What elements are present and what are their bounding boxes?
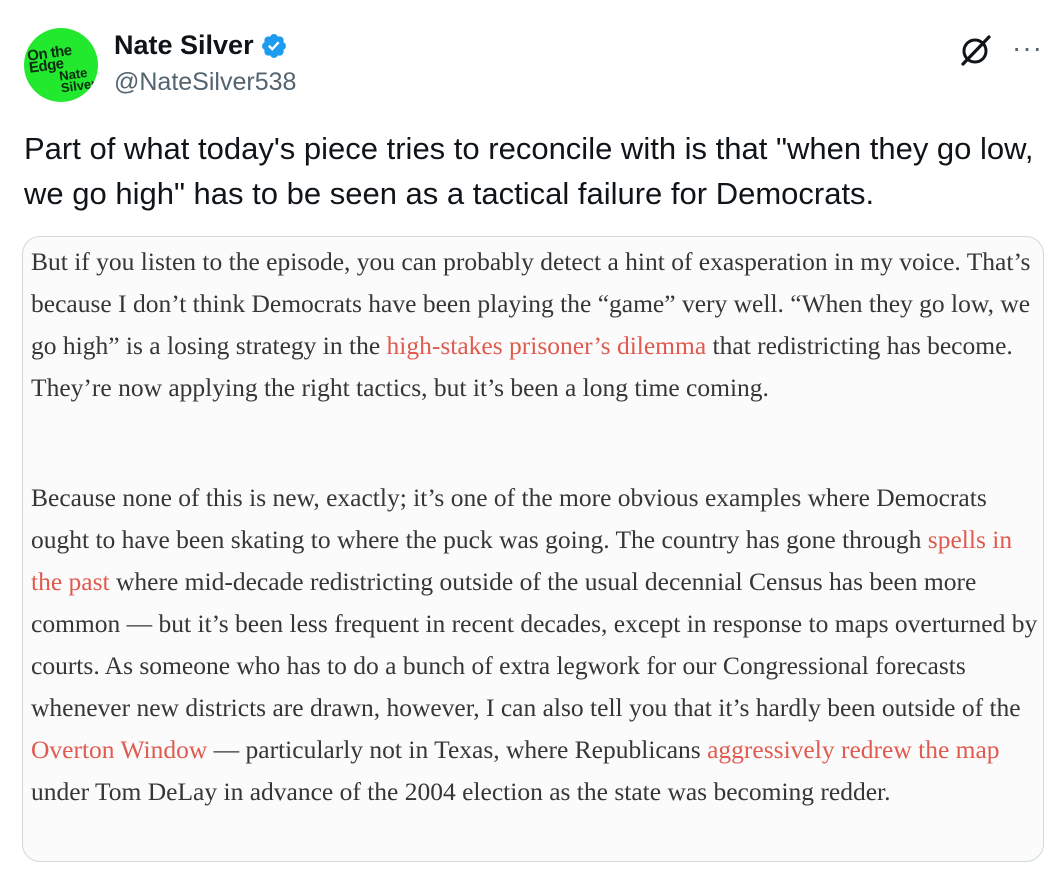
quote-p2-text-3: — particularly not in Texas, where Repub… xyxy=(207,735,708,764)
quote-p2-text-1: Because none of this is new, exactly; it… xyxy=(31,483,987,554)
link-prisoners-dilemma[interactable]: high-stakes prisoner’s dilemma xyxy=(387,331,707,360)
quote-paragraph-2: Because none of this is new, exactly; it… xyxy=(31,477,1041,813)
verified-badge-icon xyxy=(260,32,288,60)
quote-p2-text-4: under Tom DeLay in advance of the 2004 e… xyxy=(31,777,891,806)
more-options-icon[interactable]: ··· xyxy=(1012,34,1043,62)
quote-paragraph-1: But if you listen to the episode, you ca… xyxy=(31,241,1041,409)
quoted-article-card[interactable]: But if you listen to the episode, you ca… xyxy=(22,236,1044,862)
quote-p2-text-2: where mid-decade redistricting outside o… xyxy=(31,567,1038,722)
grok-icon[interactable] xyxy=(958,32,994,68)
tweet-text: Part of what today's piece tries to reco… xyxy=(24,131,1034,211)
link-overton-window[interactable]: Overton Window xyxy=(31,735,207,764)
author-name-row[interactable]: Nate Silver xyxy=(114,30,288,61)
link-redrew-the-map[interactable]: aggressively redrew the map xyxy=(707,735,999,764)
avatar-text-bottom: Nate Silver xyxy=(58,64,98,96)
author-handle[interactable]: @NateSilver538 xyxy=(114,68,296,97)
author-name[interactable]: Nate Silver xyxy=(114,30,254,61)
avatar[interactable]: On the Edge Nate Silver xyxy=(24,28,98,102)
